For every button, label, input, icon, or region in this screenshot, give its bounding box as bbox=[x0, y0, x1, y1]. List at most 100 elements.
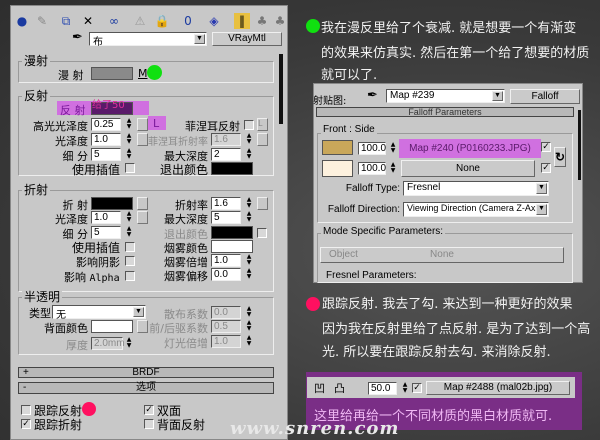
material-type-button[interactable]: VRayMtl bbox=[212, 32, 282, 46]
front-amount-field[interactable]: 100.0 bbox=[358, 142, 386, 155]
side-map-checkbox[interactable]: ✓ bbox=[541, 163, 551, 173]
show-map-icon[interactable]: ◈ bbox=[206, 13, 222, 29]
interp-checkbox[interactable] bbox=[125, 163, 135, 173]
hilight-gloss-field[interactable]: 0.25 bbox=[91, 118, 121, 131]
options-rollout[interactable]: - 选项 bbox=[18, 382, 274, 394]
exit-color-swatch[interactable] bbox=[211, 162, 253, 175]
refr-gloss-field[interactable]: 1.0 bbox=[91, 211, 121, 224]
falloff-direction-dropdown[interactable]: Viewing Direction (Camera Z-Axis) ▼ bbox=[403, 202, 549, 217]
fog-bias-field[interactable]: 0.0 bbox=[211, 268, 241, 281]
scatter-spinner[interactable]: ▲ ▼ bbox=[245, 306, 253, 319]
thickness-spinner[interactable]: ▲ ▼ bbox=[125, 337, 133, 350]
bump-map-button[interactable]: Map #2488 (mal02b.jpg) bbox=[426, 381, 570, 395]
side-map-button[interactable]: None bbox=[401, 160, 535, 177]
front-map-button[interactable]: Map #240 (P0160233.JPG) bbox=[399, 139, 541, 158]
fb-coef-spinner[interactable]: ▲ ▼ bbox=[245, 320, 253, 333]
subdiv-field[interactable]: 5 bbox=[91, 148, 121, 161]
show-end-result-icon[interactable]: ‖ bbox=[234, 13, 250, 29]
brdf-rollout[interactable]: + BRDF bbox=[18, 367, 274, 378]
get-material-icon[interactable]: ● bbox=[14, 13, 30, 29]
reset-icon[interactable]: ✕ bbox=[80, 13, 96, 29]
light-mult-spinner[interactable]: ▲ ▼ bbox=[245, 335, 253, 348]
back-color-swatch[interactable] bbox=[91, 320, 133, 333]
go-parent-icon[interactable]: ♣ bbox=[254, 13, 270, 29]
eyedropper-icon[interactable]: ✒ bbox=[367, 88, 378, 103]
hilight-map-button[interactable] bbox=[137, 118, 148, 131]
bump-map-checkbox[interactable]: ✓ bbox=[412, 383, 422, 393]
interp-label: 使用插值 bbox=[71, 163, 120, 177]
fresnel-ior-map-button[interactable] bbox=[257, 133, 268, 146]
refr-exit-checkbox[interactable] bbox=[257, 228, 267, 238]
front-amount-spinner[interactable]: ▲ ▼ bbox=[389, 142, 397, 155]
bump-amount-spinner[interactable]: ▲ ▼ bbox=[401, 382, 409, 395]
maxdepth-spinner[interactable]: ▲ ▼ bbox=[245, 148, 253, 161]
alpha-checkbox[interactable] bbox=[125, 271, 135, 281]
back-reflection-checkbox[interactable] bbox=[144, 419, 154, 429]
fresnel-checkbox[interactable] bbox=[244, 120, 254, 130]
fb-coef-field[interactable]: 0.5 bbox=[211, 320, 241, 333]
gloss-field[interactable]: 1.0 bbox=[91, 133, 121, 146]
put-library-icon[interactable]: 🔒 bbox=[154, 13, 170, 29]
refr-gloss-spinner[interactable]: ▲ ▼ bbox=[125, 211, 133, 224]
bump-type-icon[interactable]: 凸 bbox=[334, 380, 345, 396]
scrollbar[interactable] bbox=[279, 54, 283, 124]
refr-maxdepth-label: 最大深度 bbox=[164, 213, 208, 226]
map-slot-icon[interactable]: 凹 bbox=[314, 380, 325, 396]
object-pick-button[interactable]: Object None bbox=[320, 247, 564, 263]
lock-button[interactable]: L bbox=[153, 117, 159, 130]
scatter-field[interactable]: 0.0 bbox=[211, 306, 241, 319]
light-mult-field[interactable]: 1.0 bbox=[211, 335, 241, 348]
side-amount-spinner[interactable]: ▲ ▼ bbox=[389, 162, 397, 175]
diffuse-map-button[interactable]: M bbox=[138, 67, 148, 80]
front-map-checkbox[interactable]: ✓ bbox=[541, 142, 551, 152]
subdiv-spinner[interactable]: ▲ ▼ bbox=[125, 148, 133, 161]
front-color-swatch[interactable] bbox=[322, 140, 353, 155]
shadows-checkbox[interactable] bbox=[125, 256, 135, 266]
refr-interp-checkbox[interactable] bbox=[125, 242, 135, 252]
side-amount-field[interactable]: 100.0 bbox=[358, 162, 386, 175]
gloss-spinner[interactable]: ▲ ▼ bbox=[125, 133, 133, 146]
type-dropdown[interactable]: 无 ▼ bbox=[52, 305, 146, 321]
refr-maxdepth-spinner[interactable]: ▲ ▼ bbox=[245, 211, 253, 224]
ior-field[interactable]: 1.6 bbox=[211, 197, 241, 210]
hilight-gloss-spinner[interactable]: ▲ ▼ bbox=[125, 118, 133, 131]
ior-map-button[interactable] bbox=[257, 197, 268, 210]
thickness-field[interactable]: 2.0mm bbox=[91, 337, 125, 350]
fresnel-ior-spinner[interactable]: ▲ ▼ bbox=[245, 133, 253, 146]
fog-mult-spinner[interactable]: ▲ ▼ bbox=[245, 254, 253, 267]
refract-color-swatch[interactable] bbox=[91, 197, 133, 210]
scrollbar[interactable] bbox=[578, 110, 581, 180]
fog-bias-spinner[interactable]: ▲ ▼ bbox=[245, 268, 253, 281]
diffuse-color-swatch[interactable] bbox=[91, 67, 133, 80]
ior-spinner[interactable]: ▲ ▼ bbox=[245, 197, 253, 210]
refr-maxdepth-field[interactable]: 5 bbox=[211, 211, 241, 224]
material-id-icon[interactable]: 0 bbox=[180, 13, 196, 29]
fog-mult-field[interactable]: 1.0 bbox=[211, 254, 241, 267]
go-sibling-icon[interactable]: ♣ bbox=[272, 13, 288, 29]
eyedropper-icon[interactable]: ✒ bbox=[72, 30, 83, 45]
make-unique-icon[interactable]: ⚠ bbox=[132, 13, 148, 29]
maxdepth-field[interactable]: 2 bbox=[211, 148, 241, 161]
material-name-dropdown[interactable]: 布 ▼ bbox=[89, 32, 207, 48]
assign-material-icon[interactable]: ⧉ bbox=[58, 13, 74, 29]
refr-exit-swatch[interactable] bbox=[211, 226, 253, 239]
map-type-button[interactable]: Falloff bbox=[510, 89, 580, 104]
chevron-down-icon: ▼ bbox=[536, 204, 547, 215]
refr-gloss-label: 光泽度 bbox=[55, 213, 88, 226]
fresnel-ior-field[interactable]: 1.6 bbox=[211, 133, 241, 146]
fog-color-swatch[interactable] bbox=[211, 240, 253, 253]
fresnel-lock-button[interactable]: L bbox=[257, 118, 268, 131]
bump-amount-field[interactable]: 50.0 bbox=[368, 382, 397, 395]
trace-reflection-checkbox[interactable] bbox=[21, 405, 31, 415]
falloff-parameters-rollout[interactable]: Falloff Parameters bbox=[316, 107, 574, 117]
copy-material-icon[interactable]: ∞ bbox=[106, 13, 122, 29]
map-name-dropdown[interactable]: Map #239 ▼ bbox=[386, 89, 505, 103]
trace-refraction-checkbox[interactable]: ✓ bbox=[21, 419, 31, 429]
falloff-type-dropdown[interactable]: Fresnel ▼ bbox=[403, 181, 549, 196]
double-sided-checkbox[interactable]: ✓ bbox=[144, 405, 154, 415]
side-color-swatch[interactable] bbox=[322, 160, 353, 177]
put-material-icon[interactable]: ✎ bbox=[34, 13, 50, 29]
refr-subdiv-field[interactable]: 5 bbox=[91, 226, 121, 239]
refr-subdiv-spinner[interactable]: ▲ ▼ bbox=[125, 226, 133, 239]
swap-colors-icon[interactable]: ↻ bbox=[554, 147, 566, 167]
